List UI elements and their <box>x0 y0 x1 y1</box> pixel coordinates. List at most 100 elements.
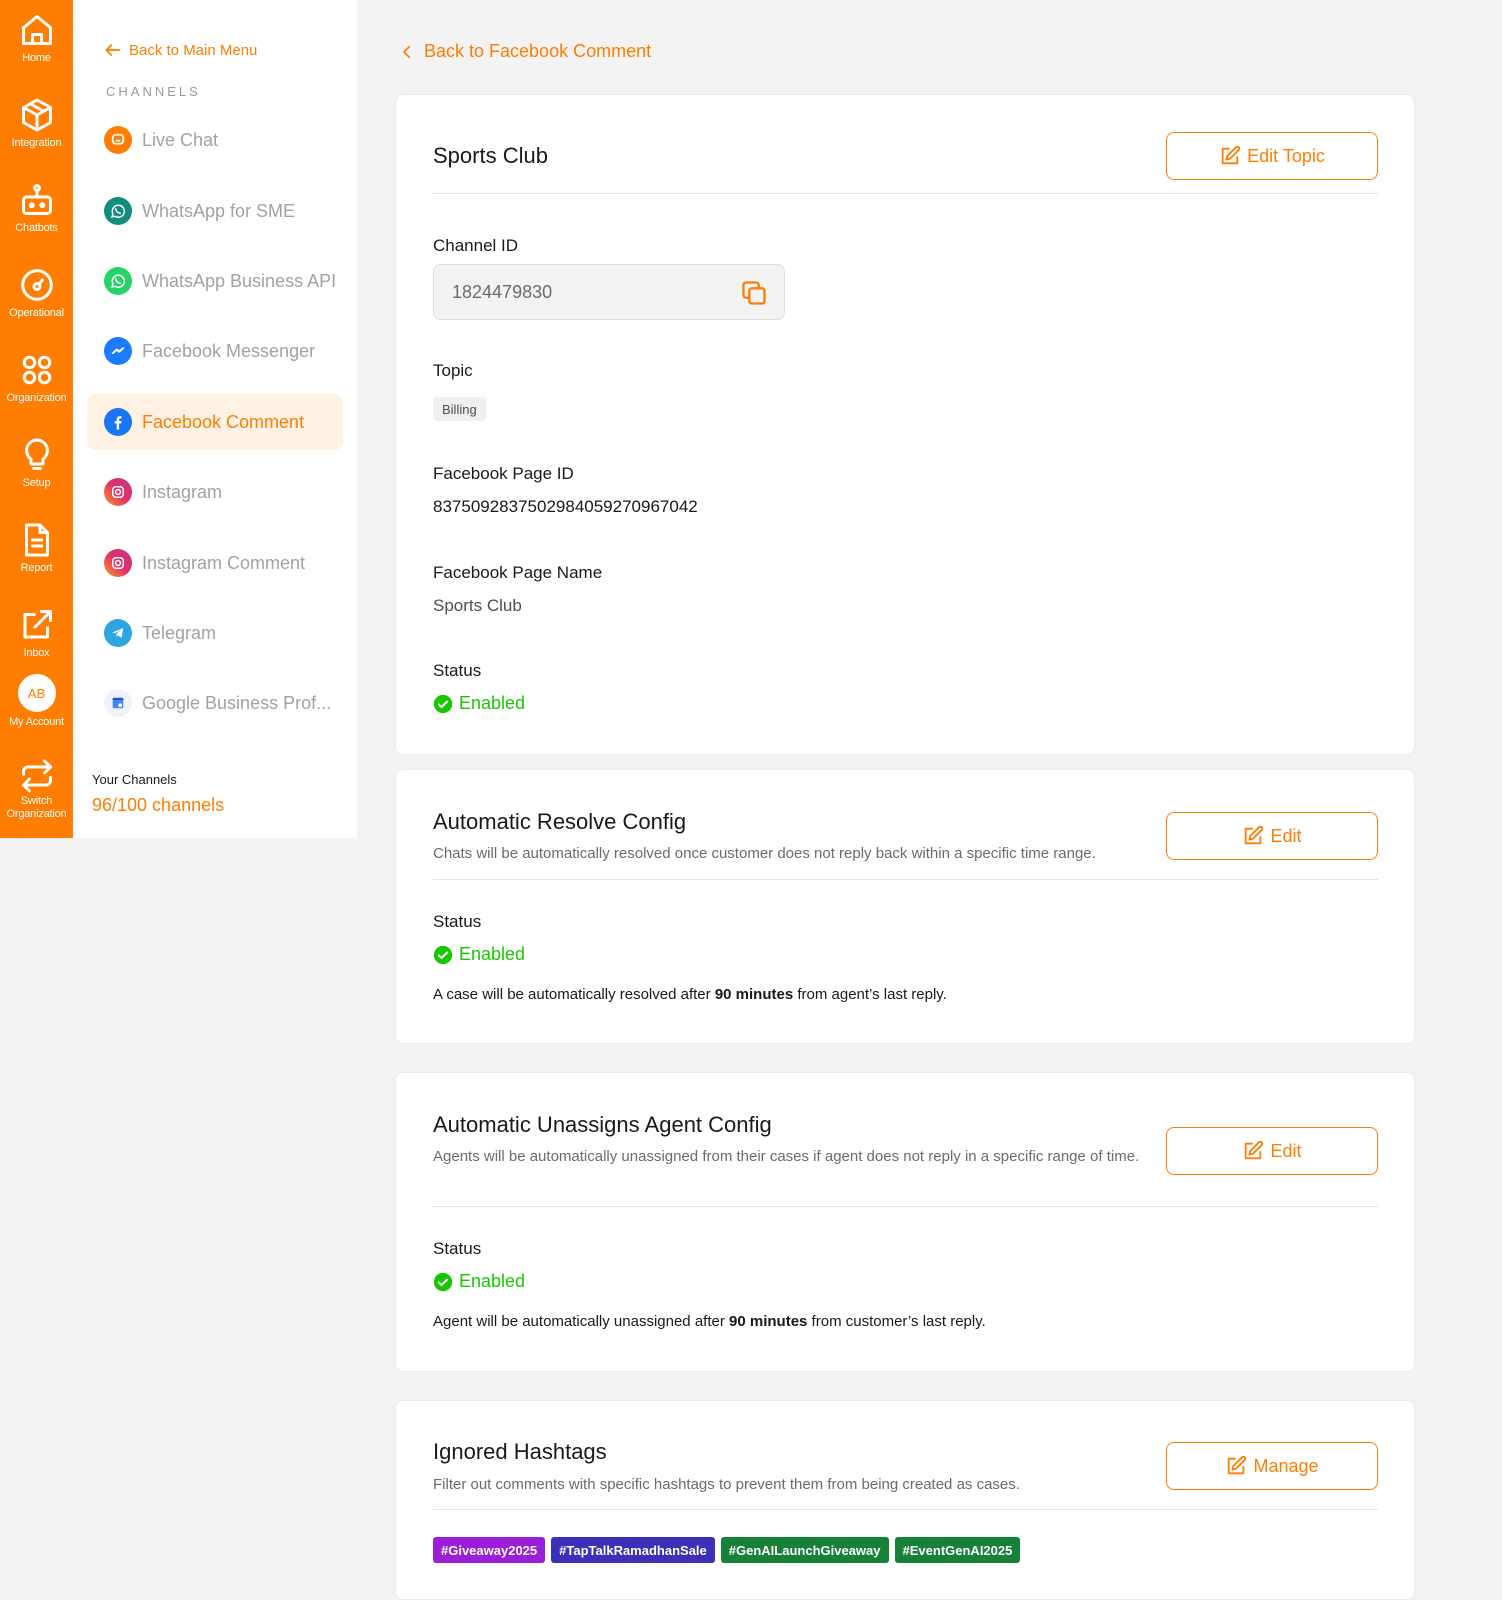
edit-icon <box>1245 1140 1264 1160</box>
manage-label: Manage <box>1253 1455 1319 1476</box>
sidebar-item-instagram[interactable]: Instagram <box>87 464 343 520</box>
ignored-hashtags-title: Ignored Hashtags <box>433 1439 607 1464</box>
status-value: Enabled <box>459 693 526 713</box>
unassign-note-suffix: from customer’s last reply. <box>807 1313 986 1330</box>
hashtag-tag: #Giveaway2025 <box>433 1537 546 1563</box>
status-value: Enabled <box>459 1271 526 1291</box>
divider <box>433 1206 1378 1207</box>
channel-title: Sports Club <box>433 143 548 168</box>
unassign-config-description: Agents will be automatically unassigned … <box>433 1148 1140 1165</box>
nav-report[interactable]: Report <box>0 522 73 575</box>
nav-switch-organization[interactable]: Switch Organization <box>0 758 73 821</box>
sidebar-item-whatsapp-api[interactable]: WhatsApp Business API <box>87 253 343 309</box>
nav-home-label: Home <box>22 52 51 64</box>
back-to-facebook-comment-link[interactable]: Back to Facebook Comment <box>398 41 651 62</box>
nav-organization-label: Organization <box>6 392 67 404</box>
sidebar-item-label: Instagram Comment <box>142 552 306 573</box>
nav-integration[interactable]: Integration <box>0 97 73 150</box>
resolve-config-title: Automatic Resolve Config <box>433 809 687 834</box>
chevron-left-icon <box>403 45 411 58</box>
google-business-icon <box>104 689 132 717</box>
edit-label: Edit <box>1270 825 1302 846</box>
status-badge: Enabled <box>433 693 525 714</box>
nav-operational[interactable]: Operational <box>0 267 73 320</box>
telegram-icon <box>104 619 132 647</box>
nav-chatbots[interactable]: Chatbots <box>0 182 73 235</box>
channel-id-field: 1824479830 <box>433 264 785 320</box>
divider <box>433 879 1378 880</box>
nav-home[interactable]: Home <box>0 12 73 65</box>
sidebar-item-label: Facebook Messenger <box>142 340 316 361</box>
channel-id-value: 1824479830 <box>452 281 553 302</box>
grid-icon <box>22 355 51 385</box>
check-circle-icon <box>433 945 453 964</box>
manage-hashtags-button[interactable]: Manage <box>1166 1442 1378 1490</box>
nav-chatbots-label: Chatbots <box>15 222 58 234</box>
hashtag-tag: #EventGenAI2025 <box>894 1537 1021 1563</box>
copy-icon[interactable] <box>740 279 768 307</box>
messenger-icon <box>104 337 132 365</box>
channel-count[interactable]: 96/100 channels <box>92 795 224 816</box>
bulb-icon <box>24 438 49 470</box>
edit-topic-button[interactable]: Edit Topic <box>1166 132 1378 180</box>
status-badge: Enabled <box>433 944 525 965</box>
nav-inbox[interactable]: Inbox <box>0 607 73 660</box>
sidebar-item-label: Instagram <box>142 481 223 502</box>
nav-report-label: Report <box>20 562 53 574</box>
hashtag-tag: #TapTalkRamadhanSale <box>551 1537 715 1563</box>
sidebar-item-label: WhatsApp for SME <box>142 200 296 221</box>
page-name-label: Facebook Page Name <box>433 563 603 582</box>
robot-icon <box>21 184 52 215</box>
sidebar-item-whatsapp-sme[interactable]: WhatsApp for SME <box>87 183 343 239</box>
unassign-note: Agent will be automatically unassigned a… <box>433 1313 986 1330</box>
whatsapp-icon <box>104 267 132 295</box>
sidebar-item-facebook-comment[interactable]: Facebook Comment <box>87 394 343 450</box>
resolve-note: A case will be automatically resolved af… <box>433 986 947 1003</box>
sidebar-item-live-chat[interactable]: Live Chat <box>87 112 343 168</box>
channel-id-label: Channel ID <box>433 236 519 255</box>
check-circle-icon <box>433 1272 453 1291</box>
gauge-icon <box>20 269 53 301</box>
edit-unassign-config-button[interactable]: Edit <box>1166 1127 1378 1175</box>
nav-my-account[interactable]: AB My Account <box>0 674 73 729</box>
home-icon <box>21 15 52 45</box>
nav-organization[interactable]: Organization <box>0 352 73 405</box>
main-nav-rail: Home Integration Chatbots Operational Or… <box>0 0 73 838</box>
sidebar-item-label: Telegram <box>142 622 217 643</box>
ignored-hashtags-description: Filter out comments with specific hashta… <box>433 1476 1020 1493</box>
sidebar-item-instagram-comment[interactable]: Instagram Comment <box>87 535 343 591</box>
back-to-main-menu-label: Back to Main Menu <box>129 41 258 59</box>
status-badge: Enabled <box>433 1271 525 1292</box>
sidebar-item-google-business[interactable]: Google Business Prof... <box>87 675 343 731</box>
avatar: AB <box>17 674 56 712</box>
sidebar-item-telegram[interactable]: Telegram <box>87 605 343 661</box>
external-link-icon <box>23 610 52 639</box>
channels-heading: CHANNELS <box>106 84 201 99</box>
edit-resolve-config-button[interactable]: Edit <box>1166 812 1378 860</box>
cube-icon <box>21 98 52 132</box>
back-to-main-menu-link[interactable]: Back to Main Menu <box>103 40 257 60</box>
nav-setup[interactable]: Setup <box>0 437 73 490</box>
hashtag-list: #Giveaway2025 #TapTalkRamadhanSale #GenA… <box>433 1537 1021 1563</box>
unassign-config-card: Automatic Unassigns Agent Config Agents … <box>395 1072 1415 1372</box>
edit-icon <box>1221 145 1241 165</box>
channels-sidebar: Back to Main Menu CHANNELS Live Chat Wha… <box>73 0 357 838</box>
sidebar-item-facebook-messenger[interactable]: Facebook Messenger <box>87 323 343 379</box>
sidebar-item-label: WhatsApp Business API <box>142 270 337 291</box>
resolve-note-suffix: from agent’s last reply. <box>793 986 947 1003</box>
status-value: Enabled <box>459 944 526 964</box>
status-label: Status <box>433 1239 482 1258</box>
instagram-comment-icon <box>104 549 132 577</box>
unassign-config-title: Automatic Unassigns Agent Config <box>433 1112 772 1137</box>
sidebar-item-label: Google Business Prof... <box>142 692 332 713</box>
facebook-icon <box>104 408 132 436</box>
page-id-label: Facebook Page ID <box>433 464 574 483</box>
arrow-left-icon <box>105 44 121 56</box>
nav-my-account-label: My Account <box>9 716 64 728</box>
status-label: Status <box>433 661 482 680</box>
topic-label: Topic <box>433 361 473 380</box>
topic-badge: Billing <box>433 397 486 421</box>
edit-topic-label: Edit Topic <box>1247 145 1325 166</box>
nav-integration-label: Integration <box>11 137 62 149</box>
resolve-config-card: Automatic Resolve Config Chats will be a… <box>395 769 1415 1044</box>
